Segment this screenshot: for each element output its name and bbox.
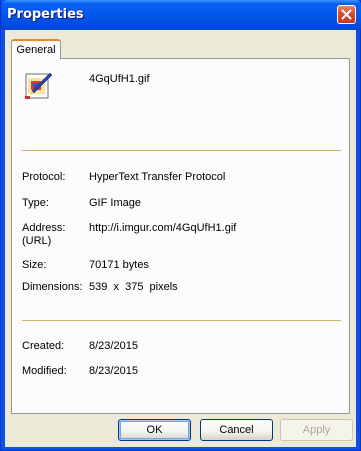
- file-name: 4GqUfH1.gif: [89, 73, 150, 85]
- created-value: 8/23/2015: [89, 340, 138, 352]
- dialog-client-area: General 4GqUfH1.gif Protocol: HyperText …: [5, 30, 356, 447]
- tab-general[interactable]: General: [11, 39, 61, 59]
- address-value: http://i.imgur.com/4GqUfH1.gif: [89, 222, 237, 234]
- title-bar[interactable]: Properties: [1, 0, 361, 30]
- close-icon: [341, 9, 352, 20]
- modified-value: 8/23/2015: [89, 365, 138, 377]
- cancel-button[interactable]: Cancel: [200, 419, 273, 441]
- close-button[interactable]: [337, 5, 356, 24]
- separator: [22, 150, 341, 151]
- modified-label: Modified:: [22, 365, 67, 377]
- gif-image-file-icon: [25, 72, 53, 99]
- general-tab-panel: 4GqUfH1.gif Protocol: HyperText Transfer…: [11, 58, 350, 414]
- type-label: Type:: [22, 197, 49, 209]
- address-label: Address:: [22, 222, 66, 234]
- created-label: Created:: [22, 340, 65, 352]
- window-title: Properties: [7, 7, 84, 22]
- dimensions-value: 539 x 375 pixels: [89, 281, 178, 293]
- protocol-label: Protocol:: [22, 171, 66, 183]
- tab-general-label: General: [16, 44, 56, 56]
- separator: [22, 320, 341, 321]
- size-label: Size:: [22, 259, 47, 271]
- properties-window: Properties General 4GqUfH1.gif Protocol:: [0, 0, 361, 451]
- dimensions-label: Dimensions:: [22, 281, 83, 293]
- type-value: GIF Image: [89, 197, 141, 209]
- apply-button[interactable]: Apply: [280, 419, 353, 441]
- protocol-value: HyperText Transfer Protocol: [89, 171, 226, 183]
- address-label-url: (URL): [22, 235, 52, 247]
- ok-button[interactable]: OK: [118, 419, 191, 441]
- size-value: 70171 bytes: [89, 259, 149, 271]
